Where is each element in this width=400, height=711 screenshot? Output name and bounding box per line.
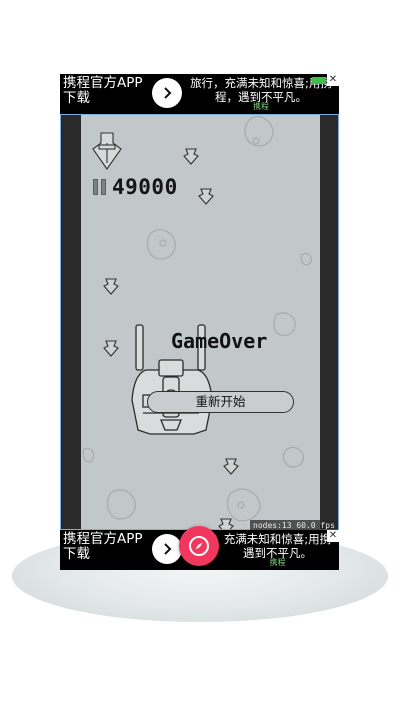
enemy-ship <box>183 148 199 165</box>
ad-description-line1: 充满未知和惊喜;用携 <box>223 532 332 546</box>
score-value: 49000 <box>112 175 178 199</box>
asteroid <box>106 489 136 520</box>
ad-source-tag: 携程 <box>269 558 286 567</box>
asteroid <box>300 252 313 266</box>
asteroid-crater <box>159 239 167 247</box>
ad-source-tag: 携程 <box>253 102 269 111</box>
enemy-ship <box>223 458 239 475</box>
score-display: 49000 <box>93 175 178 199</box>
ad-description: 充满未知和惊喜;用携 遇到不平凡。 <box>220 532 335 560</box>
play-field: 49000 GameOver 重新开始 <box>81 115 320 529</box>
asteroid-crater <box>252 137 260 145</box>
asteroid <box>82 447 95 463</box>
ad-badge <box>312 77 326 84</box>
game-over-title: GameOver <box>171 329 268 353</box>
ad-title: 携程官方APP下载 <box>63 531 143 562</box>
enemy-ship <box>198 188 214 205</box>
enemy-ship <box>103 278 119 295</box>
game-canvas[interactable]: 49000 GameOver 重新开始 <box>60 114 339 530</box>
close-icon[interactable]: ✕ <box>327 74 339 86</box>
enemy-ship <box>103 340 119 357</box>
compass-icon[interactable] <box>179 526 219 566</box>
asteroid-crater <box>237 501 245 509</box>
ad-title: 携程官方APP下载 <box>63 75 143 106</box>
app-stage: 携程官方APP下载 旅行，充满未知和惊喜;用携 程，遇到不平凡。 携程 ✕ 49… <box>0 0 400 711</box>
asteroid <box>273 312 296 336</box>
chevron-right-icon[interactable] <box>152 78 182 108</box>
large-enemy-ship <box>92 132 122 170</box>
pause-icon[interactable] <box>93 179 106 195</box>
asteroid <box>146 229 176 260</box>
top-ad-banner[interactable]: 携程官方APP下载 旅行，充满未知和惊喜;用携 程，遇到不平凡。 携程 ✕ <box>60 74 339 114</box>
chevron-right-icon[interactable] <box>152 534 182 564</box>
close-icon[interactable]: ✕ <box>327 530 339 542</box>
asteroid <box>282 446 304 468</box>
restart-button[interactable]: 重新开始 <box>147 391 294 413</box>
enemy-ship <box>218 518 234 529</box>
phone-frame: 携程官方APP下载 旅行，充满未知和惊喜;用携 程，遇到不平凡。 携程 ✕ 49… <box>60 74 339 570</box>
